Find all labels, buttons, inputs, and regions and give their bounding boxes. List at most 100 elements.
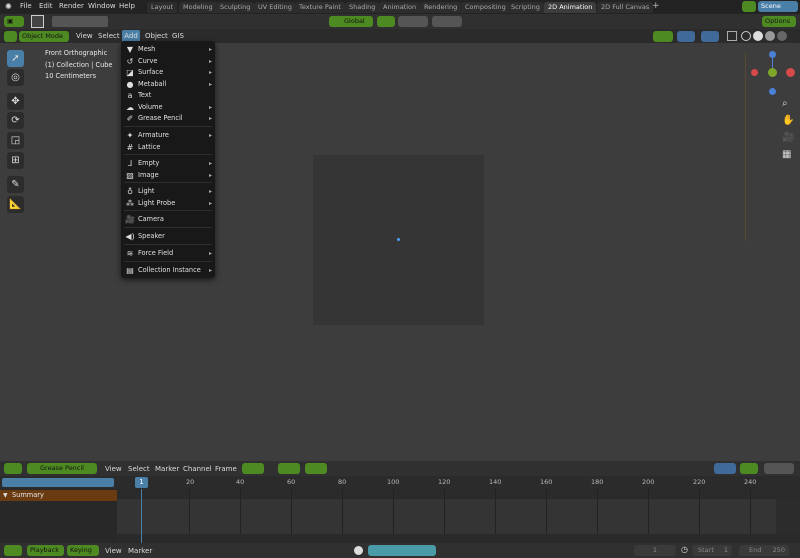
start-frame-field[interactable]: Start 1 <box>692 545 732 556</box>
select-box-tool-icon[interactable] <box>31 15 44 28</box>
snapping-button[interactable] <box>764 463 794 474</box>
orientation-dropdown[interactable]: Global <box>329 16 373 27</box>
select-tool-button[interactable]: ➚ <box>7 50 24 67</box>
cursor-tool-button[interactable]: ◎ <box>7 69 24 86</box>
view-menu[interactable]: View <box>76 32 93 40</box>
interpolation-button[interactable] <box>305 463 327 474</box>
xray-toggle-icon[interactable] <box>727 31 737 41</box>
solid-shading-icon[interactable] <box>753 31 763 41</box>
end-frame-field[interactable]: End 250 <box>739 545 789 556</box>
add-workspace-icon[interactable]: + <box>652 1 660 11</box>
select-menu[interactable]: Select <box>98 32 120 40</box>
gis-menu[interactable]: GIS <box>172 32 184 40</box>
object-types-visibility-button[interactable] <box>653 31 673 42</box>
menu-item-light[interactable]: ♁ Light ▸ <box>121 186 215 197</box>
menu-item-force-field[interactable]: ≋ Force Field ▸ <box>121 248 215 259</box>
scene-name-field[interactable]: Scene <box>758 1 798 12</box>
zoom-icon[interactable]: ⌕ <box>782 98 788 109</box>
menu-item-armature[interactable]: ✦ Armature ▸ <box>121 130 215 141</box>
current-frame-indicator[interactable]: 1 <box>135 477 148 488</box>
pivot-button[interactable] <box>377 16 395 27</box>
keyframe-insert-button[interactable] <box>242 463 264 474</box>
tab-rendering[interactable]: Rendering <box>420 2 462 13</box>
tab-layout[interactable]: Layout <box>147 2 178 13</box>
tab-texture-paint[interactable]: Texture Paint <box>295 2 345 13</box>
playback-controls[interactable] <box>368 545 436 556</box>
grid-toggle-icon[interactable]: ▦ <box>782 149 791 160</box>
menu-file[interactable]: File <box>20 2 32 10</box>
keying-menu[interactable]: Keying <box>67 545 99 556</box>
summary-channel[interactable]: ▼ Summary <box>0 490 117 501</box>
object-mode-dropdown[interactable]: Object Mode <box>19 31 69 42</box>
auto-keying-record-icon[interactable] <box>354 546 363 555</box>
wireframe-shading-icon[interactable] <box>741 31 751 41</box>
tab-scripting[interactable]: Scripting <box>507 2 544 13</box>
dopesheet-editor-type-button[interactable] <box>4 463 22 474</box>
menu-render[interactable]: Render <box>59 2 84 10</box>
channel-search-field[interactable] <box>2 478 114 487</box>
measure-tool-button[interactable]: 📐 <box>7 196 24 213</box>
blender-logo-icon[interactable]: ✺ <box>5 2 12 11</box>
dopesheet-frame-menu[interactable]: Frame <box>215 465 237 473</box>
menu-item-mesh[interactable]: ▼ Mesh ▸ <box>121 44 215 55</box>
menu-item-curve[interactable]: ↺ Curve ▸ <box>121 56 215 67</box>
gizmo-toggle-button[interactable] <box>677 31 695 42</box>
gizmo-y-axis[interactable] <box>768 68 777 77</box>
menu-help[interactable]: Help <box>119 2 135 10</box>
menu-item-volume[interactable]: ☁ Volume ▸ <box>121 102 215 113</box>
dopesheet-view-menu[interactable]: View <box>105 465 122 473</box>
menu-item-lattice[interactable]: # Lattice <box>121 142 215 153</box>
menu-item-metaball[interactable]: ● Metaball ▸ <box>121 79 215 90</box>
filter-button[interactable] <box>740 463 758 474</box>
menu-item-image[interactable]: ▨ Image ▸ <box>121 170 215 181</box>
object-menu[interactable]: Object <box>145 32 168 40</box>
current-frame-field[interactable]: 1 <box>634 545 676 556</box>
scene-selector-button[interactable] <box>742 1 756 12</box>
menu-item-camera[interactable]: 🎥 Camera <box>121 214 215 225</box>
timeline-marker-menu[interactable]: Marker <box>128 547 152 555</box>
only-selected-button[interactable] <box>714 463 736 474</box>
tab-sculpting[interactable]: Sculpting <box>216 2 255 13</box>
menu-item-grease-pencil[interactable]: ✐ Grease Pencil ▸ <box>121 113 215 124</box>
tab-shading[interactable]: Shading <box>345 2 380 13</box>
gizmo-x-axis[interactable] <box>786 68 795 77</box>
dopesheet-select-menu[interactable]: Select <box>128 465 150 473</box>
overlay-toggle-button[interactable] <box>701 31 719 42</box>
tab-uv-editing[interactable]: UV Editing <box>254 2 296 13</box>
gizmo-neg-z-axis[interactable] <box>769 88 776 95</box>
expand-arrow-icon[interactable]: ▼ <box>3 490 8 501</box>
move-tool-button[interactable]: ✥ <box>7 93 24 110</box>
pan-hand-icon[interactable]: ✋ <box>782 115 794 126</box>
preview-range-clock-icon[interactable]: ◷ <box>681 545 688 554</box>
snap-button[interactable] <box>398 16 428 27</box>
menu-item-empty[interactable]: ⅃ Empty ▸ <box>121 158 215 169</box>
menu-item-text[interactable]: a Text <box>121 90 215 101</box>
proportional-edit-button[interactable] <box>432 16 462 27</box>
editor-type-button[interactable]: ▣ <box>4 16 24 27</box>
viewport-editor-type-button[interactable] <box>4 31 17 42</box>
playback-menu[interactable]: Playback <box>27 545 64 556</box>
keyframe-type-button[interactable] <box>278 463 300 474</box>
menu-item-speaker[interactable]: ◀) Speaker <box>121 231 215 242</box>
rendered-shading-icon[interactable] <box>777 31 787 41</box>
transform-tool-button[interactable]: ⊞ <box>7 152 24 169</box>
selection-mode-buttons[interactable] <box>52 16 108 27</box>
gizmo-neg-x-axis[interactable] <box>751 69 758 76</box>
options-dropdown[interactable]: Options <box>762 16 796 27</box>
tab-2d-animation[interactable]: 2D Animation <box>544 2 597 13</box>
dopesheet-channel-menu[interactable]: Channel <box>183 465 212 473</box>
tab-modeling[interactable]: Modeling <box>179 2 217 13</box>
menu-window[interactable]: Window <box>88 2 116 10</box>
menu-item-collection-instance[interactable]: ▤ Collection Instance ▸ <box>121 265 215 276</box>
timeline-view-menu[interactable]: View <box>105 547 122 555</box>
scale-tool-button[interactable]: ◲ <box>7 132 24 149</box>
playhead-line[interactable] <box>141 489 142 543</box>
dopesheet-mode-dropdown[interactable]: Grease Pencil <box>27 463 97 474</box>
rotate-tool-button[interactable]: ⟳ <box>7 112 24 129</box>
tab-2d-full-canvas[interactable]: 2D Full Canvas <box>597 2 654 13</box>
timeline-editor-type-button[interactable] <box>4 545 22 556</box>
menu-edit[interactable]: Edit <box>39 2 53 10</box>
tab-compositing[interactable]: Compositing <box>461 2 510 13</box>
menu-item-light-probe[interactable]: ⁂ Light Probe ▸ <box>121 198 215 209</box>
material-shading-icon[interactable] <box>765 31 775 41</box>
